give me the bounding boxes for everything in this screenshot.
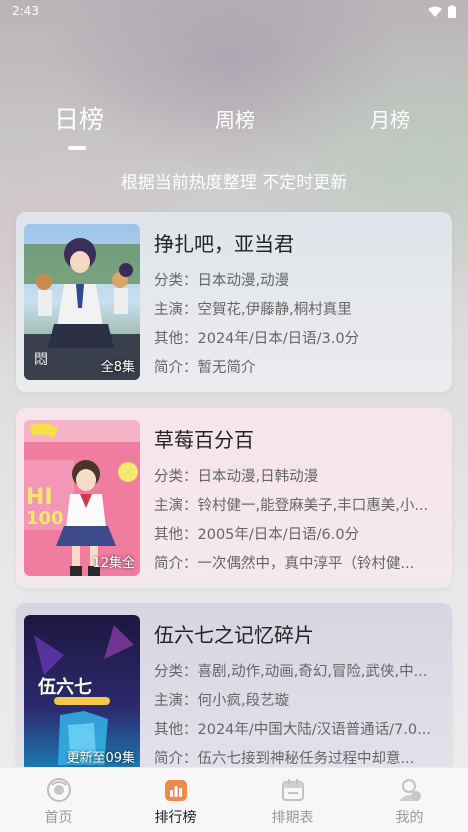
- nav-item-home[interactable]: 首页: [0, 768, 117, 832]
- item-info: 伍六七之记忆碎片 分类：喜剧,动作,动画,奇幻,冒险,武侠,中... 主演：何小…: [154, 619, 446, 774]
- schedule-icon: [281, 779, 304, 801]
- episode-badge: 全8集: [100, 360, 135, 375]
- item-category: 分类：喜剧,动作,动画,奇幻,冒险,武侠,中...: [154, 664, 428, 680]
- item-cast: 主演：何小疯,段艺璇: [154, 693, 290, 709]
- svg-text:HI: HI: [26, 485, 53, 510]
- svg-text:悶: 悶: [34, 352, 48, 368]
- status-time: 2:43: [12, 4, 39, 18]
- poster-image: 伍六七 更新至09集: [24, 615, 140, 771]
- nav-label-schedule: 排期表: [271, 810, 314, 826]
- nav-label-ranking: 排行榜: [154, 810, 197, 826]
- item-category: 分类：日本动漫,动漫: [154, 273, 290, 289]
- tab-monthly[interactable]: 月榜: [345, 104, 435, 133]
- item-cast: 主演：铃村健一,能登麻美子,丰口惠美,小...: [154, 498, 429, 514]
- list-item[interactable]: 悶 全8集 挣扎吧，亚当君 分类：日本动漫,动漫 主演：空賀花,伊藤静,桐村真里…: [16, 212, 452, 392]
- item-other: 其他：2024年/日本/日语/3.0分: [154, 331, 360, 347]
- ranking-icon: [164, 780, 187, 801]
- svg-text:100: 100: [26, 508, 64, 529]
- nav-label-profile: 我的: [395, 810, 424, 826]
- list-item[interactable]: HI 100 12集全 草莓百分百 分类：日本动漫,日韩动漫 主演：铃村健一,能…: [16, 408, 452, 588]
- nav-label-home: 首页: [44, 810, 73, 826]
- svg-text:伍六七: 伍六七: [37, 676, 92, 698]
- tab-daily[interactable]: 日榜: [34, 100, 124, 136]
- wifi-icon: [428, 6, 442, 17]
- item-intro: 简介：暂无简介: [154, 360, 256, 376]
- episode-badge: 更新至09集: [66, 751, 135, 766]
- item-info: 挣扎吧，亚当君 分类：日本动漫,动漫 主演：空賀花,伊藤静,桐村真里 其他：20…: [154, 228, 446, 383]
- status-bar: 2:43: [0, 0, 468, 22]
- tab-weekly[interactable]: 周榜: [190, 104, 280, 133]
- item-cast: 主演：空賀花,伊藤静,桐村真里: [154, 302, 352, 318]
- item-other: 其他：2005年/日本/日语/6.0分: [154, 527, 360, 543]
- profile-icon: [398, 779, 421, 801]
- item-title[interactable]: 伍六七之记忆碎片: [154, 619, 446, 648]
- item-title[interactable]: 挣扎吧，亚当君: [154, 228, 446, 257]
- nav-item-schedule[interactable]: 排期表: [234, 768, 351, 832]
- item-intro: 简介：一次偶然中，真中淳平（铃村健...: [154, 556, 415, 572]
- active-tab-indicator: [68, 146, 86, 150]
- episode-badge: 12集全: [92, 556, 135, 571]
- nav-item-ranking[interactable]: 排行榜: [117, 768, 234, 832]
- ranking-subtitle: 根据当前热度整理 不定时更新: [120, 173, 348, 193]
- item-category: 分类：日本动漫,日韩动漫: [154, 469, 319, 485]
- item-info: 草莓百分百 分类：日本动漫,日韩动漫 主演：铃村健一,能登麻美子,丰口惠美,小.…: [154, 424, 446, 579]
- item-other: 其他：2024年/中国大陆/汉语普通话/7.0...: [154, 722, 431, 738]
- poster-image: HI 100 12集全: [24, 420, 140, 576]
- bottom-nav: 首页 排行榜 排期表 我的: [0, 767, 468, 832]
- poster-image: 悶 全8集: [24, 224, 140, 380]
- item-title[interactable]: 草莓百分百: [154, 424, 446, 453]
- home-icon: [46, 778, 71, 802]
- nav-item-profile[interactable]: 我的: [351, 768, 468, 832]
- battery-icon: [448, 4, 456, 18]
